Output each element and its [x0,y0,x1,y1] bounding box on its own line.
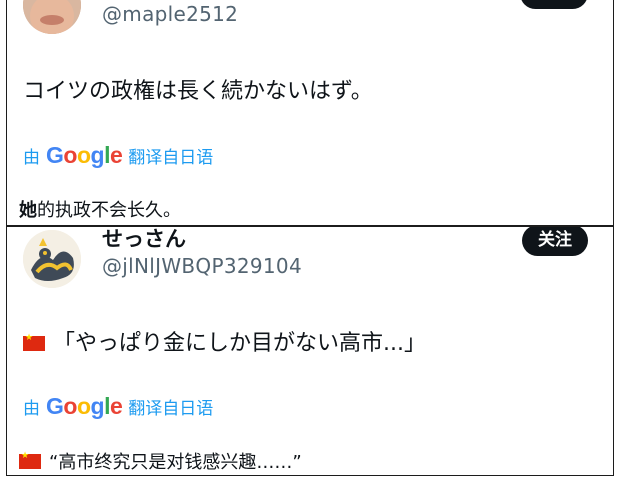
avatar-face-icon [23,0,81,34]
translate-prefix: 由 [23,399,40,419]
translated-text: “高市终究只是对钱感兴趣……” [19,448,302,474]
dragon-avatar-icon [23,230,81,288]
flag-china-icon [19,451,41,469]
more-button[interactable] [520,0,588,9]
flag-china-icon [23,333,45,351]
avatar[interactable] [23,230,81,288]
user-handle[interactable]: @maple2512 [102,2,238,26]
tweet-text: 「やっぱり金にしか目がない高市...」 [23,325,426,357]
user-handle[interactable]: @jlNlJWBQP329104 [102,254,302,278]
google-logo-icon: Google [46,142,123,168]
translation-attribution[interactable]: 由 Google 翻译自日语 [23,393,213,420]
follow-button[interactable]: 关注 [522,227,588,256]
google-logo-icon: Google [46,393,123,419]
translate-prefix: 由 [23,148,40,168]
translated-text: 她的执政不会长久。 [19,200,181,221]
translate-suffix: 翻译自日语 [128,148,214,168]
translation-attribution[interactable]: 由 Google 翻译自日语 [23,142,213,169]
tweet-text: コイツの政権は長く続かないはず。 [23,79,373,104]
avatar[interactable] [23,0,81,34]
display-name[interactable]: せっさん [102,227,186,253]
translate-suffix: 翻译自日语 [128,399,214,419]
post-card-2: せっさん @jlNlJWBQP329104 关注 「やっぱり金にしか目がない高市… [6,226,614,476]
post-card-1: @maple2512 コイツの政権は長く続かないはず。 由 Google 翻译自… [6,0,614,226]
